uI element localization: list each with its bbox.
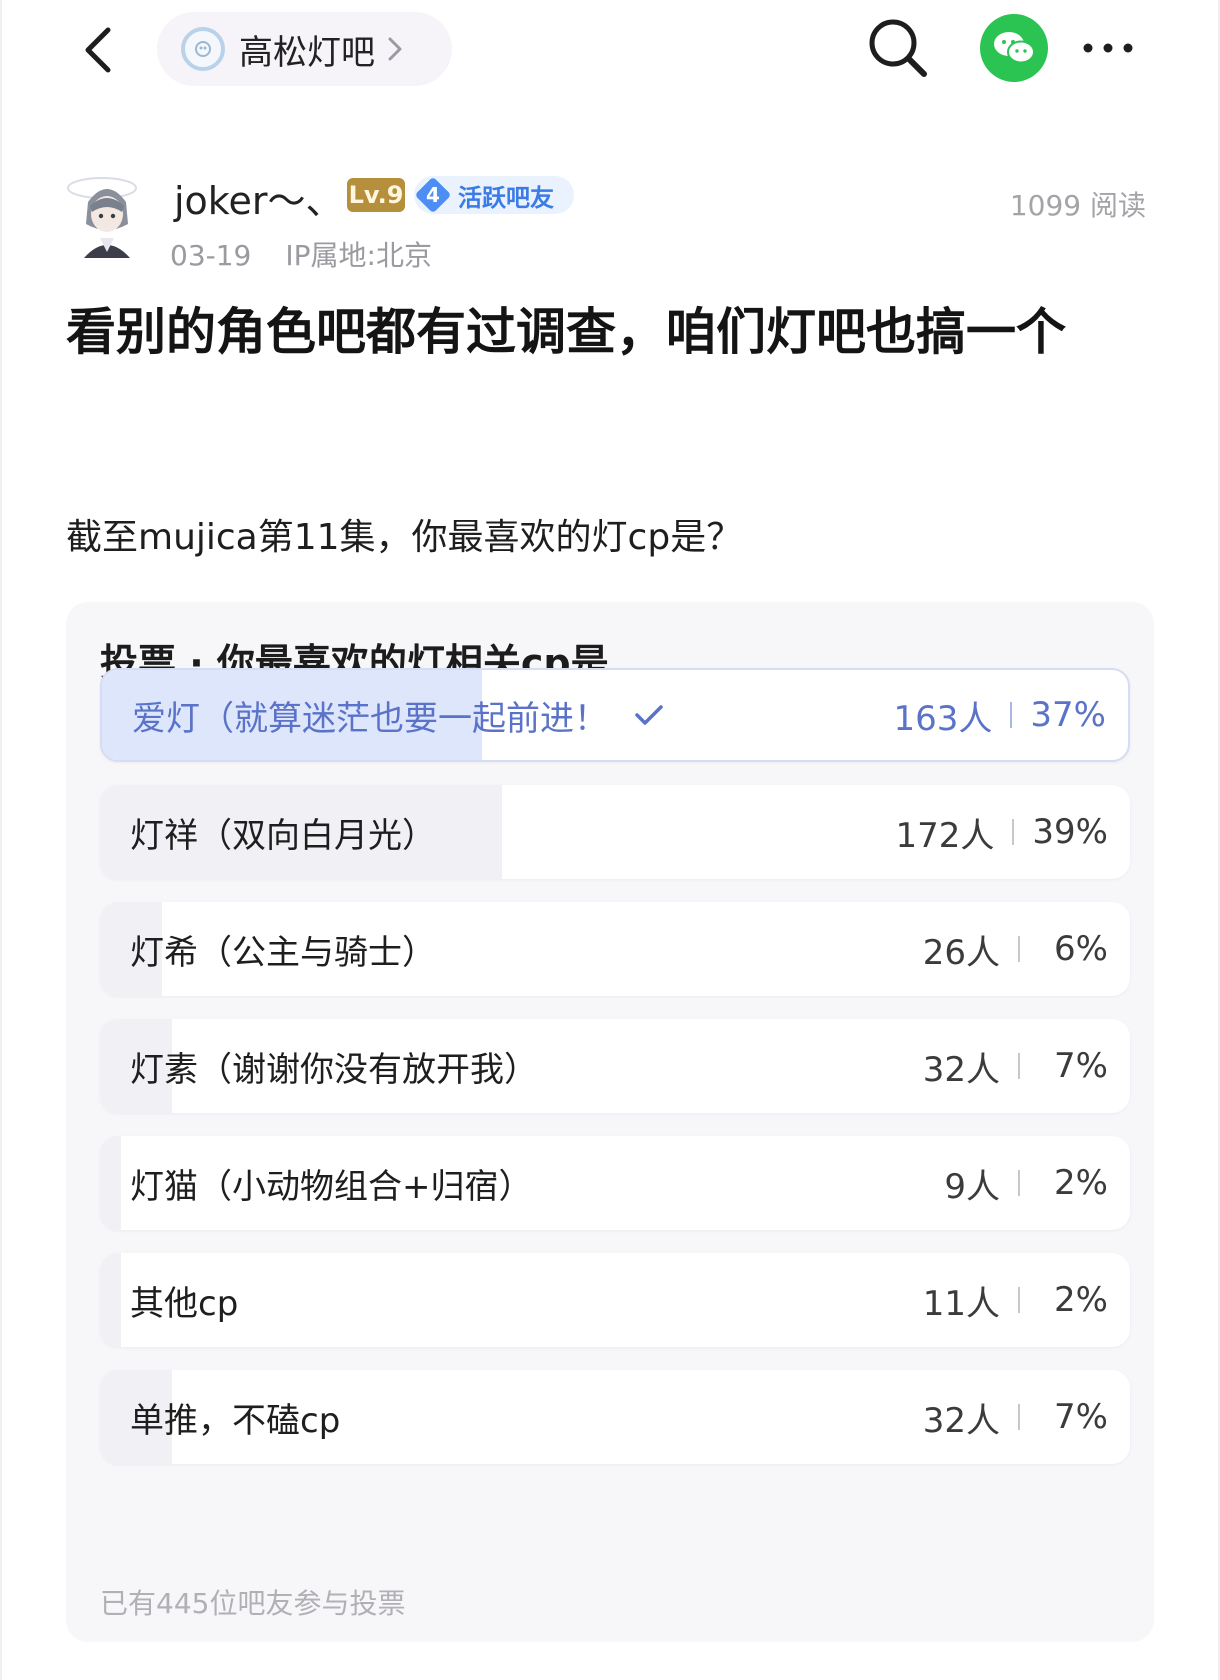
- poll-option-percent: 6%: [1054, 929, 1108, 969]
- avatar-image: [67, 177, 137, 258]
- post-title: 看别的角色吧都有过调查，咱们灯吧也搞一个: [66, 303, 1066, 361]
- poll-option-text: 灯希（公主与骑士）: [130, 932, 436, 973]
- author-username[interactable]: joker～、: [174, 170, 343, 225]
- author-avatar[interactable]: [62, 162, 152, 262]
- divider: [1010, 702, 1013, 728]
- poll-option-stats: 32人 7%: [923, 1370, 1108, 1464]
- wechat-icon: [994, 32, 1035, 64]
- poll-option-text: 其他cp: [130, 1283, 239, 1324]
- poll-option[interactable]: 其他cp 11人 2%: [100, 1253, 1130, 1347]
- poll-option-text: 灯猫（小动物组合+归宿）: [130, 1166, 533, 1207]
- poll-option-count: 11人: [922, 1283, 1000, 1324]
- back-arrow-icon: [85, 27, 111, 73]
- poll-option-stats: 32人 7%: [923, 1019, 1108, 1113]
- poll-option-text: 灯祥（双向白月光）: [130, 815, 436, 856]
- poll-option-stats: 11人 2%: [923, 1253, 1108, 1347]
- check-icon: [635, 705, 663, 725]
- poll-option-label: 灯猫（小动物组合+归宿）: [130, 1136, 533, 1230]
- poll-option-label: 其他cp: [130, 1253, 238, 1347]
- poll-option-stats: 26人 6%: [923, 902, 1108, 996]
- forum-link[interactable]: 高松灯吧: [157, 12, 452, 86]
- poll-option-label: 灯素（谢谢你没有放开我）: [130, 1019, 538, 1113]
- divider: [1018, 1170, 1020, 1196]
- read-count: 1099 阅读: [1009, 189, 1146, 222]
- post-body: 截至mujica第11集，你最喜欢的灯cp是？: [66, 517, 743, 558]
- poll-option-label: 单推，不磕cp: [130, 1370, 340, 1464]
- poll-option-fill: [100, 1136, 121, 1230]
- poll-option-percent: 2%: [1054, 1163, 1108, 1203]
- more-button[interactable]: [1078, 30, 1138, 66]
- poll-option-percent: 37%: [1030, 695, 1106, 735]
- poll-option-count: 32人: [922, 1049, 1000, 1090]
- active-member-label: 活跃吧友: [458, 183, 554, 212]
- divider: [1018, 1053, 1020, 1079]
- diamond-icon: 4: [414, 176, 452, 214]
- poll-option-count: 163人: [893, 698, 993, 739]
- poll-option-count: 26人: [922, 932, 1000, 973]
- poll-option-label: 爱灯（就算迷茫也要一起前进！: [132, 670, 664, 760]
- poll-option-text: 灯素（谢谢你没有放开我）: [130, 1049, 538, 1090]
- poll-option-stats: 172人 39%: [896, 785, 1108, 879]
- poll-option-percent: 7%: [1054, 1046, 1108, 1086]
- forum-avatar: [181, 27, 225, 71]
- forum-name: 高松灯吧: [239, 32, 375, 73]
- more-icon: [1083, 43, 1133, 53]
- poll-option-stats: 9人 2%: [944, 1136, 1108, 1230]
- chevron-right-icon: [388, 37, 402, 61]
- poll-option[interactable]: 灯祥（双向白月光） 172人 39%: [100, 785, 1130, 879]
- poll-option[interactable]: 单推，不磕cp 32人 7%: [100, 1370, 1130, 1464]
- poll-option-text: 单推，不磕cp: [130, 1400, 341, 1441]
- divider: [1018, 936, 1020, 962]
- poll-option[interactable]: 灯猫（小动物组合+归宿） 9人 2%: [100, 1136, 1130, 1230]
- search-button[interactable]: [864, 14, 930, 80]
- poll-option-percent: 7%: [1054, 1397, 1108, 1437]
- divider: [1018, 1287, 1020, 1313]
- post-meta: 03-19 IP属地:北京: [170, 234, 432, 274]
- divider: [1018, 1404, 1020, 1430]
- poll-card: 投票 · 你最喜欢的灯相关cp是 爱灯（就算迷茫也要一起前进！ 163人 37% 灯祥…: [66, 602, 1154, 1642]
- search-icon: [869, 19, 927, 77]
- back-button[interactable]: [74, 20, 124, 80]
- top-nav: 高松灯吧: [2, 0, 1218, 100]
- poll-option-count: 32人: [922, 1400, 1000, 1441]
- poll-option-stats: 163人 37%: [894, 670, 1106, 760]
- poll-option-fill: [100, 1253, 121, 1347]
- post-page: 高松灯吧 joker～、 Lv.9 4 活跃吧友 1099 阅读 03-19 I…: [0, 0, 1220, 1680]
- poll-option-text: 爱灯（就算迷茫也要一起前进！: [132, 698, 608, 739]
- poll-option[interactable]: 爱灯（就算迷茫也要一起前进！ 163人 37%: [100, 668, 1130, 762]
- wechat-share-button[interactable]: [980, 14, 1048, 82]
- poll-option[interactable]: 灯希（公主与骑士） 26人 6%: [100, 902, 1130, 996]
- poll-option-count: 9人: [944, 1166, 1000, 1207]
- forum-logo-icon: [195, 41, 211, 57]
- ip-location: IP属地:北京: [285, 239, 432, 272]
- poll-option-percent: 39%: [1032, 812, 1108, 852]
- level-badge: Lv.9: [347, 178, 405, 212]
- poll-option-count: 172人: [895, 815, 995, 856]
- poll-option[interactable]: 灯素（谢谢你没有放开我） 32人 7%: [100, 1019, 1130, 1113]
- poll-option-percent: 2%: [1054, 1280, 1108, 1320]
- poll-option-label: 灯希（公主与骑士）: [130, 902, 436, 996]
- poll-option-label: 灯祥（双向白月光）: [130, 785, 436, 879]
- active-member-badge: 4 活跃吧友: [414, 176, 574, 214]
- divider: [1012, 819, 1015, 845]
- poll-participants: 已有445位吧友参与投票: [100, 1587, 406, 1620]
- post-date: 03-19: [170, 239, 252, 272]
